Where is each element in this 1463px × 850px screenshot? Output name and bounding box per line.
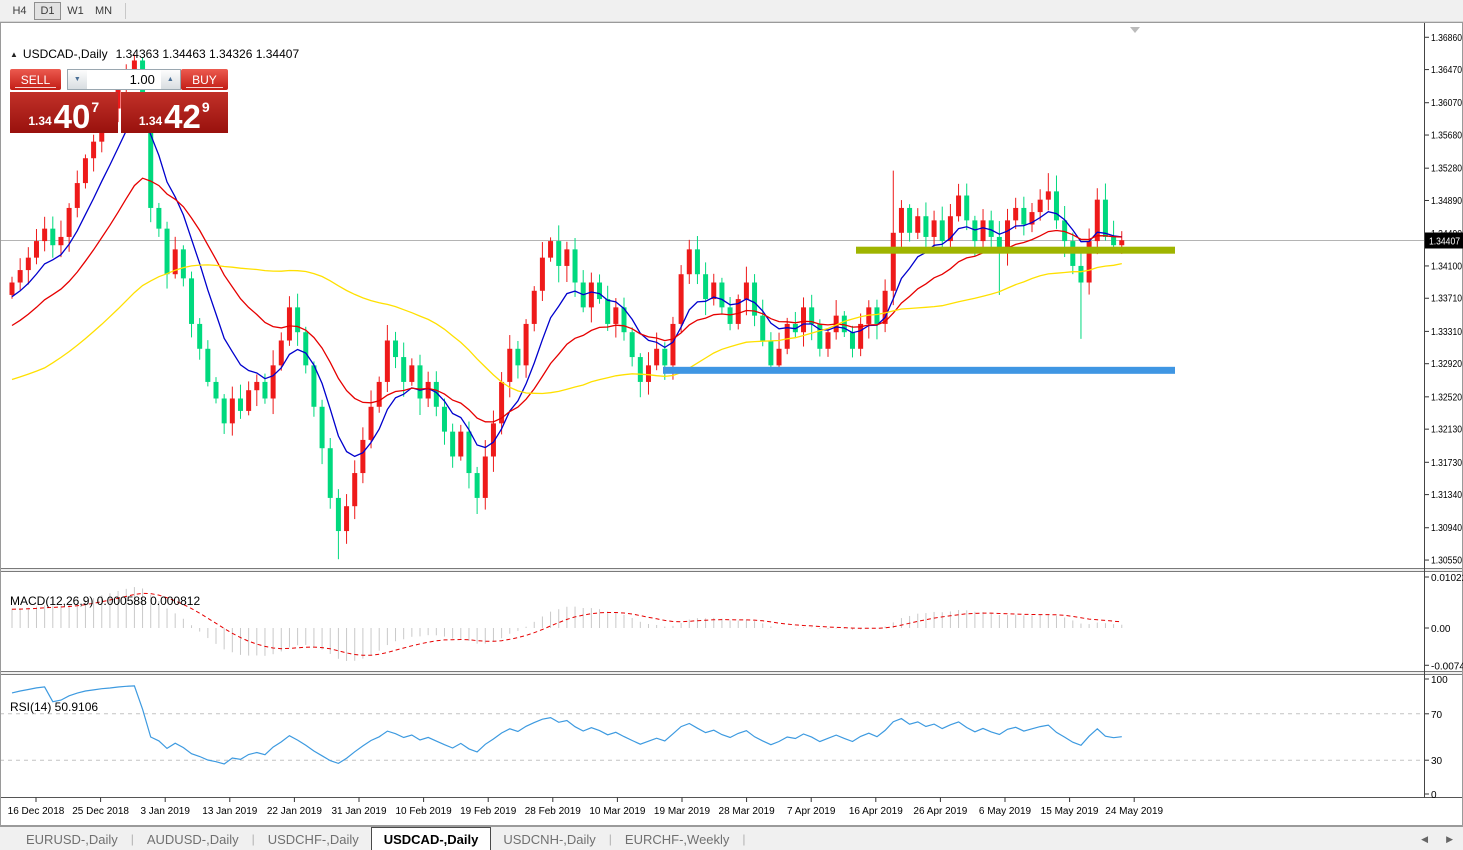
moving-averages-layer xyxy=(12,114,1122,457)
svg-text:28 Mar 2019: 28 Mar 2019 xyxy=(719,806,776,817)
one-click-trade-panel: SELL ▼ ▲ BUY 1.34 40 7 1.34 42 9 xyxy=(10,69,228,133)
svg-text:19 Feb 2019: 19 Feb 2019 xyxy=(460,806,517,817)
svg-text:6 May 2019: 6 May 2019 xyxy=(979,806,1032,817)
svg-text:1.35680: 1.35680 xyxy=(1431,131,1462,142)
volume-decrease-button[interactable]: ▼ xyxy=(68,70,87,89)
tab-usdcnh-daily[interactable]: USDCNH-,Daily xyxy=(491,829,607,850)
buy-price-box[interactable]: 1.34 42 9 xyxy=(121,92,229,133)
svg-text:0.010229: 0.010229 xyxy=(1431,573,1463,584)
svg-text:1.32920: 1.32920 xyxy=(1431,359,1462,370)
volume-increase-button[interactable]: ▲ xyxy=(161,70,180,89)
rsi-axis: 100 70 30 0 xyxy=(1425,675,1448,801)
tab-separator: | xyxy=(742,832,745,846)
tab-scroll-left-icon[interactable]: ◀ xyxy=(1421,834,1428,845)
svg-text:1.32520: 1.32520 xyxy=(1431,392,1462,403)
tab-separator: | xyxy=(609,832,612,846)
svg-text:0: 0 xyxy=(1431,790,1437,801)
svg-text:1.34407: 1.34407 xyxy=(1429,237,1460,248)
svg-text:16 Apr 2019: 16 Apr 2019 xyxy=(849,806,903,817)
svg-text:26 Apr 2019: 26 Apr 2019 xyxy=(913,806,967,817)
collapse-chart-icon[interactable]: ▲ xyxy=(10,50,18,59)
buy-price-prefix: 1.34 xyxy=(139,114,162,128)
sell-price-box[interactable]: 1.34 40 7 xyxy=(10,92,118,133)
tab-audusd-daily[interactable]: AUDUSD-,Daily xyxy=(135,829,251,850)
svg-text:24 May 2019: 24 May 2019 xyxy=(1105,806,1163,817)
buy-price-sup: 9 xyxy=(202,99,210,115)
chart-window: 1.36860 1.36470 1.36070 1.35680 1.35280 1.348… xyxy=(0,22,1463,826)
support-line xyxy=(663,367,1175,374)
svg-text:1.32130: 1.32130 xyxy=(1431,425,1462,436)
svg-text:1.30940: 1.30940 xyxy=(1431,523,1462,534)
svg-text:1.36070: 1.36070 xyxy=(1431,98,1462,109)
macd-indicator-label: MACD(12,26,9) 0.000588 0.000812 xyxy=(10,594,200,608)
timeframe-button-mn[interactable]: MN xyxy=(90,2,117,20)
timeframe-button-w1[interactable]: W1 xyxy=(62,2,89,20)
svg-text:10 Mar 2019: 10 Mar 2019 xyxy=(589,806,646,817)
chart-symbol-title: USDCAD-,Daily xyxy=(23,47,108,61)
chart-ohlc-values: 1.34363 1.34463 1.34326 1.34407 xyxy=(116,47,300,61)
svg-text:19 Mar 2019: 19 Mar 2019 xyxy=(654,806,711,817)
timeframe-button-d1[interactable]: D1 xyxy=(34,2,61,20)
svg-text:1.36860: 1.36860 xyxy=(1431,33,1462,44)
svg-text:28 Feb 2019: 28 Feb 2019 xyxy=(525,806,582,817)
svg-text:1.35280: 1.35280 xyxy=(1431,164,1462,175)
toolbar-divider xyxy=(125,3,126,19)
buy-button[interactable]: BUY xyxy=(181,69,228,90)
timeframe-button-h4[interactable]: H4 xyxy=(6,2,33,20)
tab-separator: | xyxy=(131,832,134,846)
svg-text:10 Feb 2019: 10 Feb 2019 xyxy=(396,806,453,817)
svg-text:1.34100: 1.34100 xyxy=(1431,261,1462,272)
svg-text:0.00: 0.00 xyxy=(1431,624,1451,635)
svg-text:1.33710: 1.33710 xyxy=(1431,294,1462,305)
tab-usdcad-daily[interactable]: USDCAD-,Daily xyxy=(371,827,492,850)
chart-canvas[interactable]: 1.36860 1.36470 1.36070 1.35680 1.35280 1.348… xyxy=(0,22,1463,826)
tab-scroll-right-icon[interactable]: ▶ xyxy=(1446,834,1453,845)
chart-title-bar: ▲ USDCAD-,Daily 1.34363 1.34463 1.34326 1.… xyxy=(10,47,299,61)
svg-text:7 Apr 2019: 7 Apr 2019 xyxy=(787,806,836,817)
svg-text:1.31340: 1.31340 xyxy=(1431,490,1462,501)
tab-usdchf-daily[interactable]: USDCHF-,Daily xyxy=(256,829,371,850)
chart-shift-marker-icon xyxy=(1130,27,1140,33)
volume-input[interactable] xyxy=(87,70,161,89)
rsi-layer xyxy=(0,686,1424,764)
sell-button[interactable]: SELL xyxy=(10,69,61,90)
svg-text:16 Dec 2018: 16 Dec 2018 xyxy=(8,806,65,817)
volume-spinner: ▼ ▲ xyxy=(67,69,181,90)
svg-text:15 May 2019: 15 May 2019 xyxy=(1041,806,1099,817)
svg-text:22 Jan 2019: 22 Jan 2019 xyxy=(267,806,322,817)
svg-text:31 Jan 2019: 31 Jan 2019 xyxy=(331,806,386,817)
sell-price-big: 40 xyxy=(54,103,91,130)
resistance-line xyxy=(856,247,1175,254)
sell-price-sup: 7 xyxy=(91,99,99,115)
buy-price-big: 42 xyxy=(164,103,201,130)
tab-eurchf-weekly[interactable]: EURCHF-,Weekly xyxy=(613,829,742,850)
date-axis: 16 Dec 2018 25 Dec 2018 3 Jan 2019 13 Jan 2… xyxy=(8,798,1164,818)
svg-text:30: 30 xyxy=(1431,756,1443,767)
macd-axis: 0.010229 0.00 -0.007477 xyxy=(1425,573,1463,672)
svg-text:-0.007477: -0.007477 xyxy=(1431,661,1463,672)
svg-text:25 Dec 2018: 25 Dec 2018 xyxy=(72,806,129,817)
svg-text:1.34890: 1.34890 xyxy=(1431,196,1462,207)
timeframe-toolbar: H4 D1 W1 MN xyxy=(0,0,1463,22)
sell-price-prefix: 1.34 xyxy=(28,114,51,128)
chart-tab-bar: EURUSD-,Daily | AUDUSD-,Daily | USDCHF-,… xyxy=(0,826,1463,850)
tab-separator: | xyxy=(252,832,255,846)
svg-text:1.30550: 1.30550 xyxy=(1431,556,1462,567)
pane-borders xyxy=(0,22,1463,826)
rsi-indicator-label: RSI(14) 50.9106 xyxy=(10,700,98,714)
svg-text:100: 100 xyxy=(1431,675,1448,686)
svg-text:70: 70 xyxy=(1431,710,1443,721)
svg-text:1.36470: 1.36470 xyxy=(1431,65,1462,76)
svg-text:1.31730: 1.31730 xyxy=(1431,458,1462,469)
svg-text:1.33310: 1.33310 xyxy=(1431,327,1462,338)
svg-text:13 Jan 2019: 13 Jan 2019 xyxy=(202,806,257,817)
svg-text:3 Jan 2019: 3 Jan 2019 xyxy=(140,806,190,817)
mt4-terminal: { "toolbar": { "timeframes": [ {"label":… xyxy=(0,0,1463,850)
price-axis: 1.36860 1.36470 1.36070 1.35680 1.35280 1.348… xyxy=(1425,33,1463,567)
tab-eurusd-daily[interactable]: EURUSD-,Daily xyxy=(14,829,130,850)
